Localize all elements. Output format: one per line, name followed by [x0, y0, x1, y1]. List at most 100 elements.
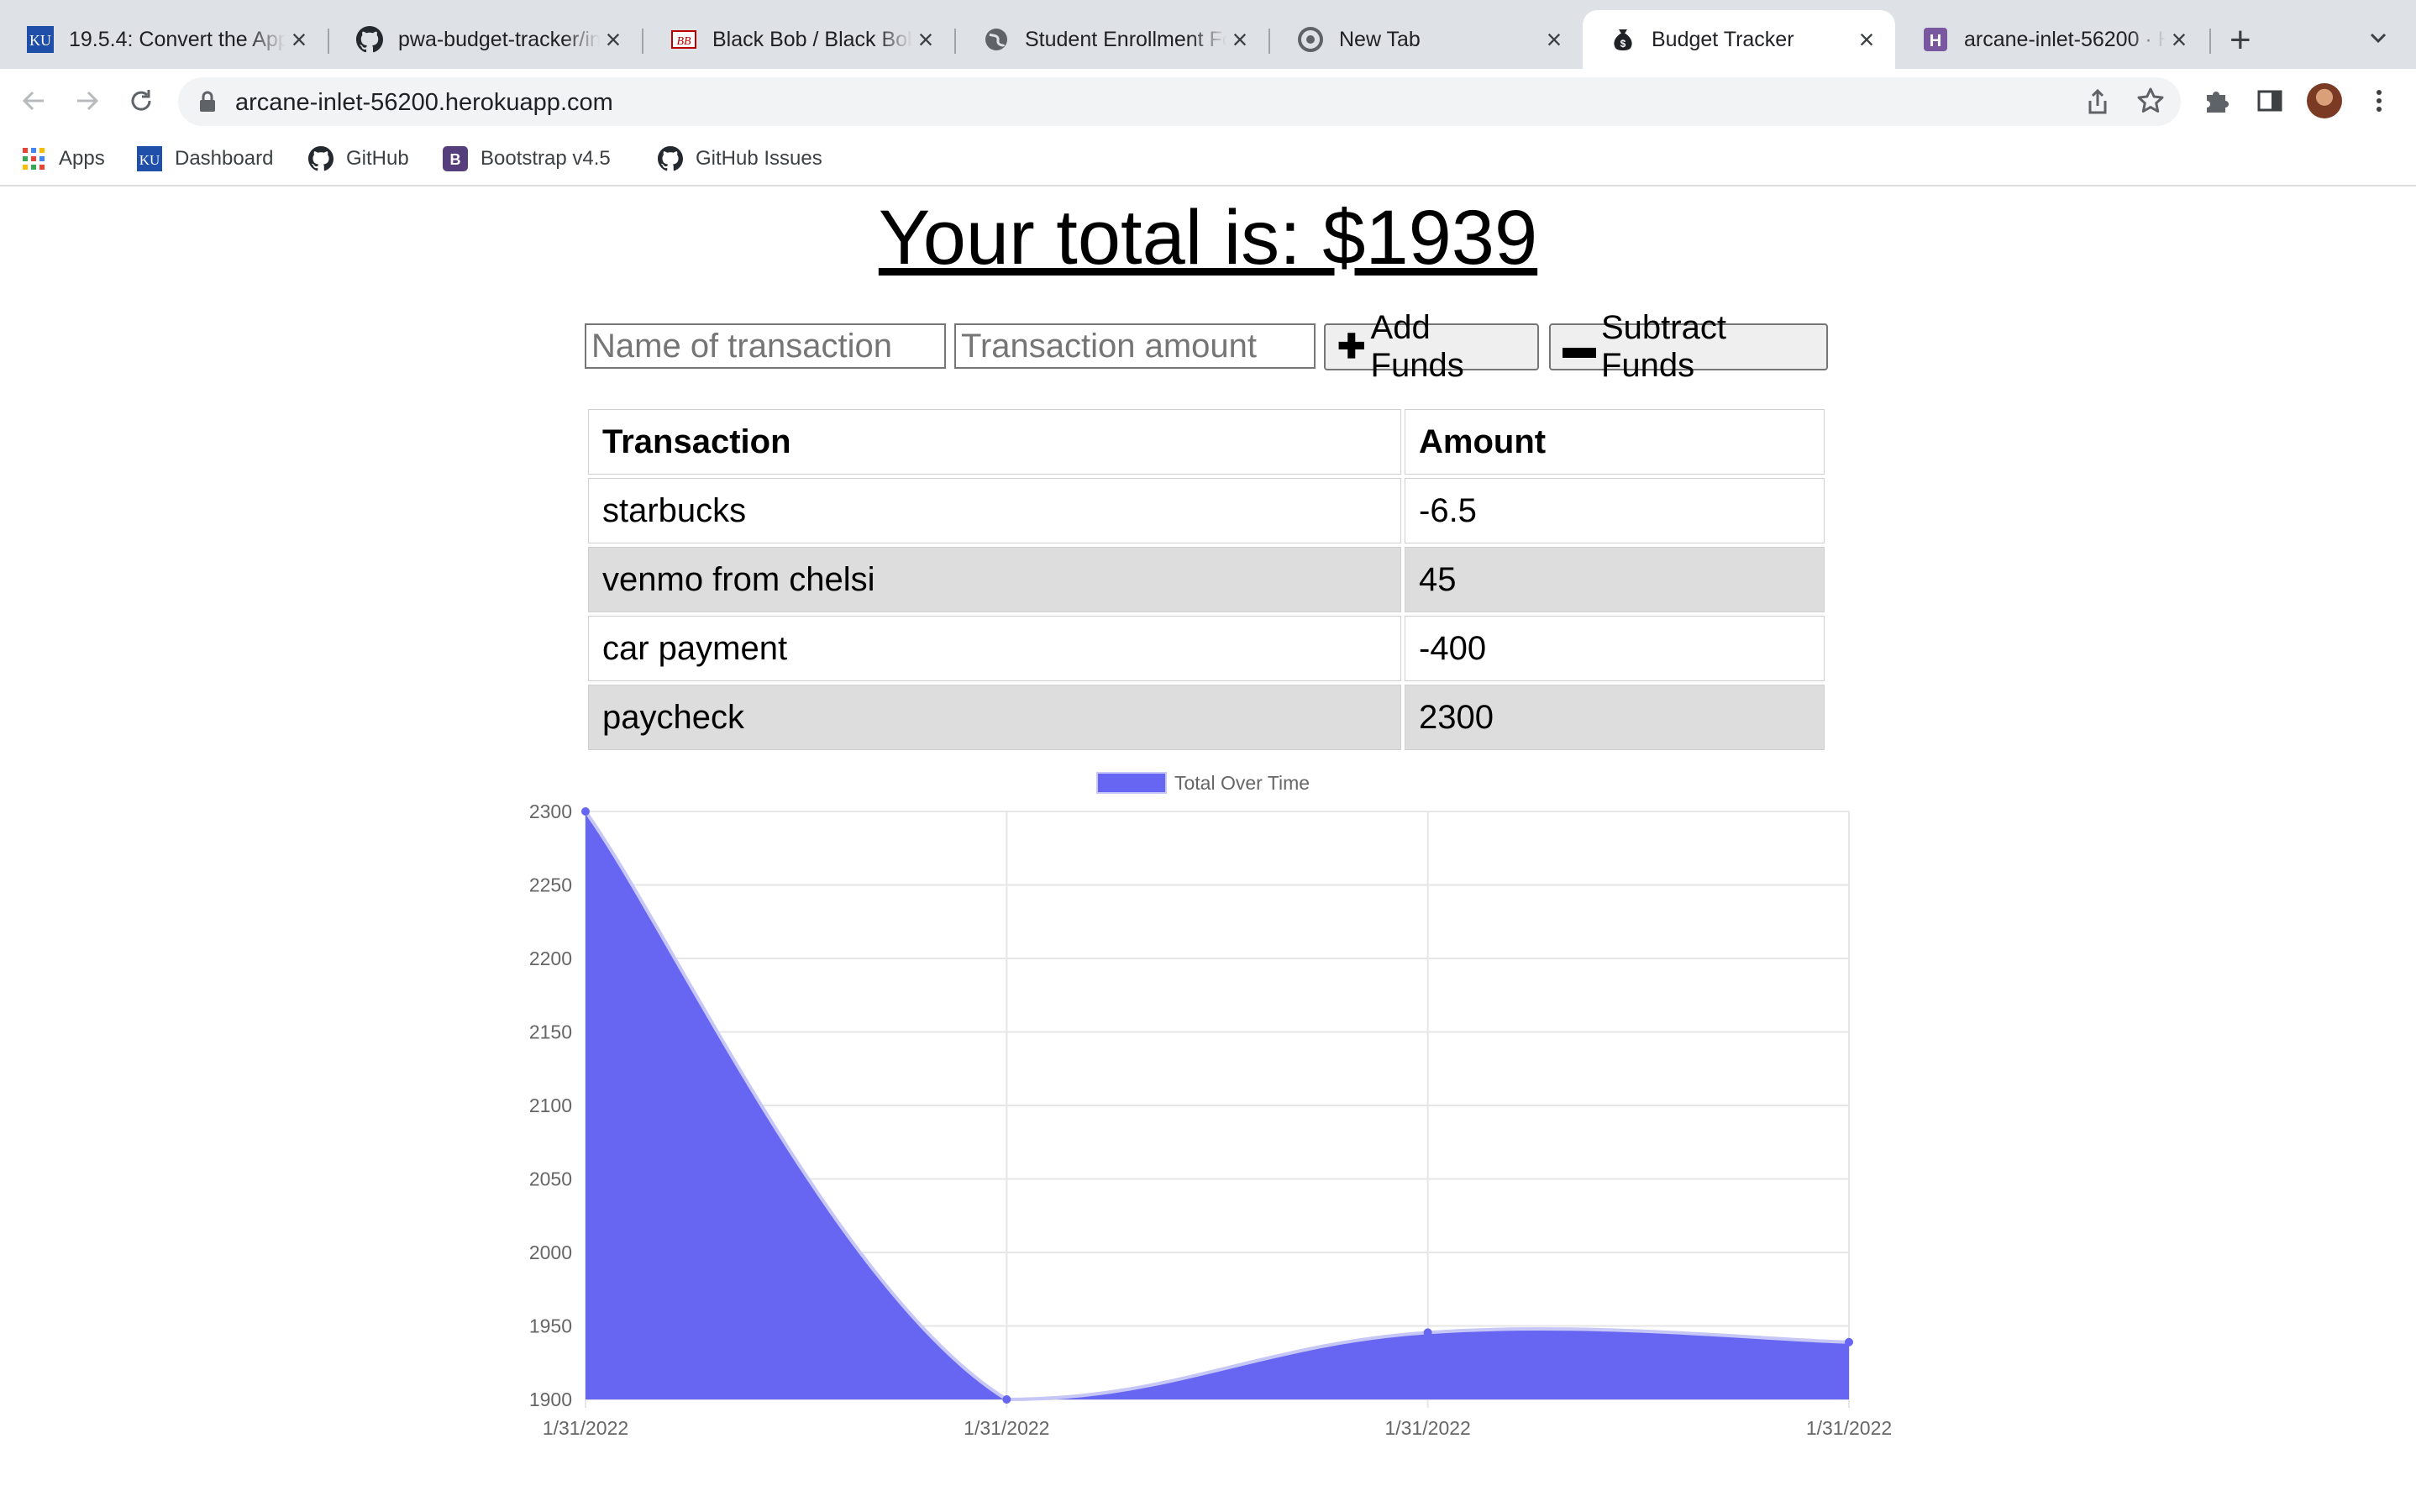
share-icon[interactable] — [2083, 87, 2112, 120]
tab-title: 19.5.4: Convert the App — [69, 27, 286, 51]
bookmark-github[interactable]: GitHub — [307, 143, 409, 175]
tab-budget-tracker[interactable]: $ Budget Tracker × — [1583, 10, 1895, 69]
address-bar[interactable]: arcane-inlet-56200.herokuapp.com — [178, 77, 2181, 126]
url-text: arcane-inlet-56200.herokuapp.com — [235, 89, 613, 116]
forward-arrow-icon — [77, 91, 99, 111]
minus-icon: ▬ — [1563, 328, 1596, 365]
tab-github-repo[interactable]: pwa-budget-tracker/index × — [329, 10, 642, 69]
total-heading: Your total is: $1939 — [878, 195, 1538, 281]
tab-title: arcane-inlet-56200 · Heroku — [1964, 27, 2166, 51]
tab-title: Black Bob / Black Bob — [712, 27, 912, 51]
close-icon[interactable]: × — [600, 26, 627, 53]
reload-button[interactable] — [121, 81, 161, 121]
close-icon[interactable]: × — [286, 26, 313, 53]
profile-avatar[interactable] — [2307, 83, 2342, 118]
y-tick-label: 2250 — [529, 874, 572, 896]
close-icon[interactable]: × — [1541, 26, 1568, 53]
chrome-icon — [1297, 26, 1324, 53]
transaction-amount-cell: 45 — [1405, 547, 1825, 612]
close-icon[interactable]: × — [2166, 26, 2193, 53]
reload-icon — [131, 90, 151, 111]
bookmark-label: GitHub — [346, 147, 409, 170]
column-header-amount: Amount — [1405, 409, 1825, 475]
tab-student-enrollment[interactable]: Student Enrollment Form × — [956, 10, 1268, 69]
svg-text:H: H — [1930, 32, 1941, 50]
tab-strip: KU 19.5.4: Convert the App × pwa-budget-… — [0, 0, 2416, 69]
bookmark-bootstrap[interactable]: B Bootstrap v4.5 — [442, 143, 611, 175]
bookmarks-bar: Apps KU Dashboard GitHub B Bootstrap v4.… — [0, 133, 2416, 186]
x-tick-label: 1/31/2022 — [964, 1417, 1049, 1439]
forward-button[interactable] — [67, 81, 108, 121]
close-icon[interactable]: × — [912, 26, 939, 53]
plus-icon: ✚ — [1337, 328, 1366, 365]
close-icon[interactable]: × — [1226, 26, 1253, 53]
y-tick-label: 2150 — [529, 1021, 572, 1043]
x-tick-label: 1/31/2022 — [543, 1417, 628, 1439]
y-tick-label: 2100 — [529, 1095, 572, 1116]
svg-text:B: B — [450, 151, 461, 168]
tab-new-tab[interactable]: New Tab × — [1270, 10, 1583, 69]
tab-convert-app[interactable]: KU 19.5.4: Convert the App × — [0, 10, 328, 69]
total-over-time-chart: 2300 2250 2200 2150 2100 2050 2000 1950 1900 1/31… — [529, 772, 1892, 1439]
bootstrap-icon: B — [442, 145, 469, 172]
svg-text:$: $ — [1620, 38, 1626, 50]
table-row: car payment -400 — [588, 616, 1825, 681]
browser-toolbar: arcane-inlet-56200.herokuapp.com — [0, 69, 2416, 133]
y-tick-label: 1950 — [529, 1315, 572, 1337]
table-header-row: Transaction Amount — [588, 409, 1825, 475]
tab-title: Student Enrollment Form — [1025, 27, 1226, 51]
transaction-name-cell: starbucks — [588, 478, 1401, 543]
new-tab-button[interactable]: + — [2230, 22, 2251, 59]
subtract-funds-label: Subtract Funds — [1601, 309, 1726, 384]
transaction-amount-cell: -400 — [1405, 616, 1825, 681]
github-icon — [356, 26, 383, 53]
y-tick-label: 2000 — [529, 1242, 572, 1263]
transaction-name-cell: car payment — [588, 616, 1401, 681]
add-funds-label: Add Funds — [1370, 309, 1464, 384]
data-point — [1845, 1337, 1853, 1347]
extensions-puzzle-icon[interactable] — [2196, 81, 2236, 121]
svg-text:KU: KU — [139, 152, 160, 168]
bookmark-label: Bootstrap v4.5 — [481, 147, 611, 170]
transaction-amount-input[interactable] — [954, 323, 1316, 369]
table-row: starbucks -6.5 — [588, 478, 1825, 543]
table-row: venmo from chelsi 45 — [588, 547, 1825, 612]
tab-title: pwa-budget-tracker/index — [398, 27, 600, 51]
bookmark-apps[interactable]: Apps — [20, 143, 105, 175]
transaction-name-cell: paycheck — [588, 685, 1401, 750]
bookmark-label: GitHub Issues — [696, 147, 822, 170]
bookmark-github-issues[interactable]: GitHub Issues — [657, 143, 822, 175]
legend-label: Total Over Time — [1174, 772, 1310, 794]
money-bag-icon: $ — [1610, 26, 1636, 53]
tab-heroku[interactable]: H arcane-inlet-56200 · Heroku × — [1895, 10, 2208, 69]
y-tick-label: 2300 — [529, 801, 572, 822]
more-menu-icon[interactable] — [2359, 81, 2399, 121]
bookmark-dashboard[interactable]: KU Dashboard — [136, 143, 273, 175]
table-row: paycheck 2300 — [588, 685, 1825, 750]
blackbob-icon: BB — [670, 26, 697, 53]
heroku-icon: H — [1922, 26, 1949, 53]
tab-title: Budget Tracker — [1652, 27, 1794, 51]
svg-text:BB: BB — [676, 35, 691, 48]
globe-icon — [983, 26, 1010, 53]
lock-icon[interactable] — [198, 91, 217, 117]
ku-icon: KU — [136, 145, 163, 172]
bookmark-star-icon[interactable] — [2135, 86, 2166, 120]
close-icon[interactable]: × — [1853, 26, 1880, 53]
transaction-name-input[interactable] — [585, 323, 946, 369]
side-panel-icon[interactable] — [2250, 81, 2290, 121]
x-tick-label: 1/31/2022 — [1385, 1417, 1471, 1439]
back-button[interactable] — [13, 81, 54, 121]
data-point — [1423, 1328, 1432, 1337]
transaction-amount-cell: -6.5 — [1405, 478, 1825, 543]
github-icon — [657, 145, 684, 172]
transaction-name-cell: venmo from chelsi — [588, 547, 1401, 612]
tab-search-chevron-icon[interactable] — [2366, 25, 2391, 50]
tab-black-bob[interactable]: BB Black Bob / Black Bob × — [643, 10, 954, 69]
bookmark-label: Apps — [59, 147, 105, 170]
ku-icon: KU — [27, 26, 54, 53]
bookmark-label: Dashboard — [175, 147, 274, 170]
add-funds-button[interactable]: ✚ Add Funds — [1324, 309, 1539, 384]
subtract-funds-button[interactable]: ▬ Subtract Funds — [1549, 309, 1828, 384]
tab-separator — [2209, 29, 2211, 54]
